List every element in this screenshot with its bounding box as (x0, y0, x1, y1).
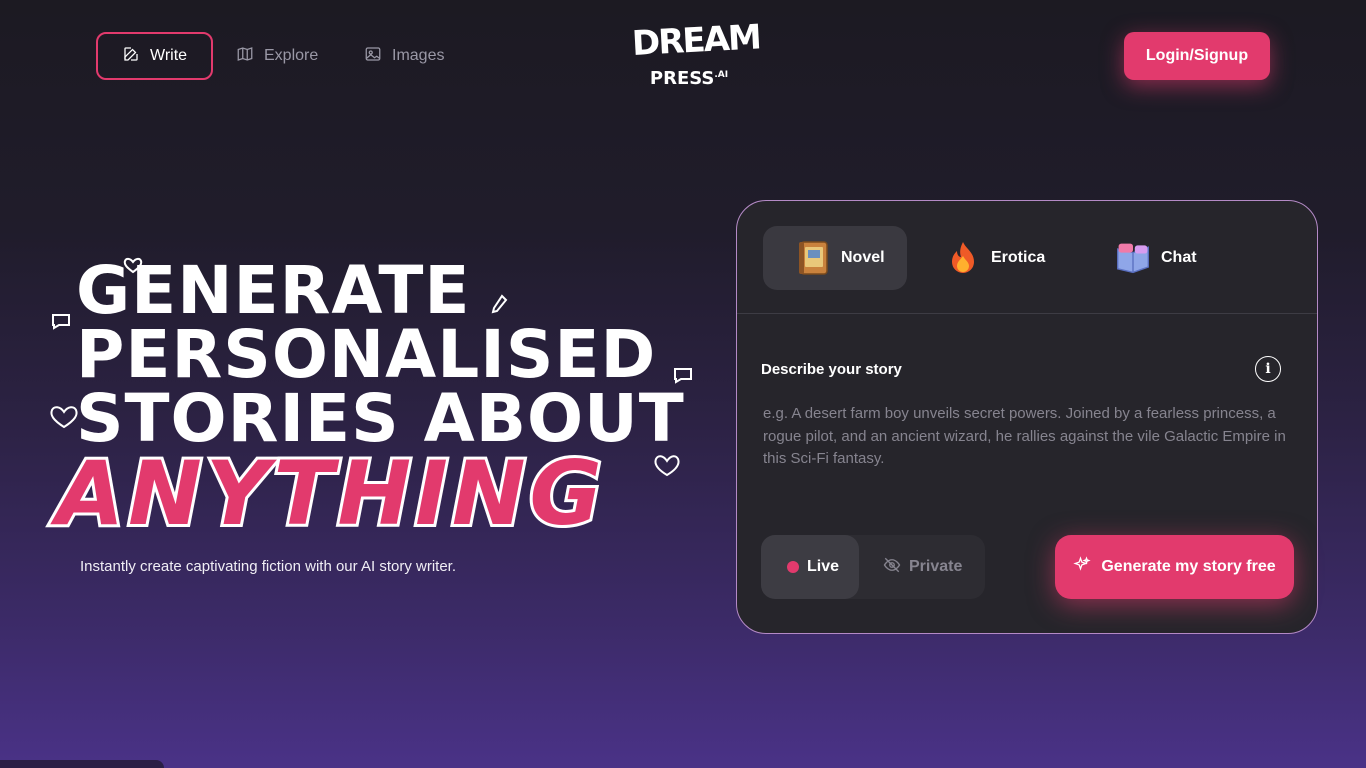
dreampress-logo[interactable]: DREAM PRESS.AI (631, 17, 761, 90)
tab-erotica-label: Erotica (991, 249, 1046, 266)
heart-doodle-icon (652, 452, 682, 483)
map-icon (236, 45, 254, 68)
heart-doodle-icon (122, 256, 144, 279)
logo-line-2: PRESS.AI (649, 68, 729, 89)
visibility-private-label: Private (909, 558, 963, 575)
describe-story-label: Describe your story (761, 361, 902, 378)
pencil-icon (122, 45, 140, 68)
hero-highlight-word: ANYTHING (53, 441, 606, 547)
tab-novel[interactable]: Novel (763, 226, 907, 290)
book-icon (795, 240, 831, 276)
nav-write-button[interactable]: Write (96, 32, 214, 80)
pencil-doodle-icon (490, 294, 508, 319)
image-icon (364, 45, 382, 68)
speech-bubble-doodle-icon (50, 312, 72, 335)
visibility-toggle: Live Private (761, 535, 985, 599)
story-description-input[interactable] (763, 403, 1293, 493)
heart-doodle-icon (48, 402, 80, 435)
card-divider (737, 313, 1317, 314)
story-generator-card: Novel Erotica Chat Describe your story i… (736, 200, 1318, 634)
visibility-private-option[interactable]: Private (883, 535, 962, 599)
logo-line-1: DREAM (631, 17, 761, 64)
tab-chat[interactable]: Chat (1083, 226, 1219, 290)
hero-subtitle: Instantly create captivating fiction wit… (80, 558, 456, 575)
hero-title-line-2: PERSONALISED (76, 316, 657, 393)
sparkles-icon (1073, 555, 1091, 579)
login-signup-button[interactable]: Login/Signup (1124, 32, 1270, 80)
generate-story-label: Generate my story free (1101, 558, 1276, 575)
live-dot-icon (787, 561, 799, 573)
tab-chat-label: Chat (1161, 249, 1197, 266)
visibility-live-option[interactable]: Live (761, 535, 859, 599)
tab-erotica[interactable]: Erotica (913, 226, 1067, 290)
nav-images-button[interactable]: Images (340, 32, 468, 80)
eye-off-icon (883, 556, 901, 579)
nav-write-label: Write (150, 47, 188, 64)
nav-explore-button[interactable]: Explore (212, 32, 342, 80)
info-icon[interactable]: i (1255, 356, 1281, 382)
nav-explore-label: Explore (264, 47, 319, 64)
generate-story-button[interactable]: Generate my story free (1055, 535, 1294, 599)
bottom-panel-edge (0, 760, 164, 768)
chat-book-icon (1115, 240, 1151, 276)
speech-bubble-doodle-icon (672, 366, 694, 389)
nav-images-label: Images (392, 47, 445, 64)
fire-icon (945, 240, 981, 276)
visibility-live-label: Live (807, 558, 840, 575)
tab-novel-label: Novel (841, 249, 885, 266)
